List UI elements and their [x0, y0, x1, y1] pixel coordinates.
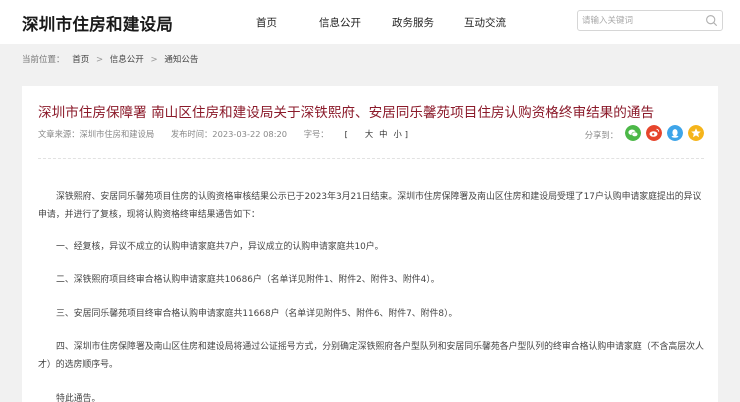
article-card: 深圳市住房保障署 南山区住房和建设局关于深铁熙府、安居同乐馨苑项目住房认购资格终… [22, 86, 718, 402]
weibo-icon[interactable] [646, 125, 662, 141]
font-size-switcher: [ 大中小] [345, 129, 422, 139]
search-icon[interactable] [705, 14, 718, 27]
font-size-large[interactable]: 大 [365, 129, 373, 139]
article-paragraph: 特此通告。 [56, 394, 101, 402]
breadcrumb-separator: > [150, 55, 158, 65]
share-label: 分享到： [584, 130, 618, 140]
breadcrumb-notices[interactable]: 通知公告 [164, 55, 198, 65]
breadcrumb-info[interactable]: 信息公开 [110, 55, 144, 65]
breadcrumb-home[interactable]: 首页 [72, 55, 89, 65]
qzone-icon[interactable] [688, 125, 704, 141]
nav-item-info[interactable]: 信息公开 [319, 15, 361, 30]
font-size-bracket-close: ] [404, 129, 409, 139]
wechat-icon[interactable] [625, 125, 641, 141]
qq-icon[interactable] [667, 125, 683, 141]
article-paragraph: 三、安居同乐馨苑项目终审合格认购申请家庭共11668户（名单详见附件5、附件6、… [56, 309, 458, 319]
share-bar: 分享到： [544, 125, 704, 143]
search-input[interactable] [582, 13, 700, 28]
breadcrumb-separator: > [95, 55, 104, 65]
article-publish-time: 发布时间：2023-03-22 08:20 [170, 129, 288, 139]
article-meta: 文章来源：深圳市住房和建设局 发布时间：2023-03-22 08:20 字号：… [38, 128, 436, 140]
font-size-label: 字号： [303, 129, 329, 139]
article-paragraph: 二、深铁熙府项目终审合格认购申请家庭共10686户（名单详见附件1、附件2、附件… [56, 275, 440, 285]
font-size-medium[interactable]: 中 [379, 129, 387, 139]
meta-divider [38, 158, 704, 159]
nav-item-interaction[interactable]: 互动交流 [464, 15, 506, 30]
article-paragraph: 深铁熙府、安居同乐馨苑项目住房的认购资格审核结果公示已于2023年3月21日结束… [38, 192, 702, 220]
site-header: 深圳市住房和建设局 首页 信息公开 政务服务 互动交流 [0, 0, 740, 44]
font-size-small[interactable]: 小 [393, 129, 401, 139]
breadcrumb: 当前位置： 首页 > 信息公开 > 通知公告 [22, 53, 198, 65]
nav-item-home[interactable]: 首页 [256, 15, 277, 30]
breadcrumb-label: 当前位置： [22, 55, 65, 65]
article-title: 深圳市住房保障署 南山区住房和建设局关于深铁熙府、安居同乐馨苑项目住房认购资格终… [38, 105, 655, 121]
article-paragraph: 四、深圳市住房保障署及南山区住房和建设局将通过公证摇号方式，分别确定深铁熙府各户… [38, 342, 704, 370]
font-size-bracket-open: [ [344, 129, 348, 139]
nav-item-services[interactable]: 政务服务 [392, 15, 434, 30]
article-paragraph: 一、经复核，异议不成立的认购申请家庭共7户，异议成立的认购申请家庭共10户。 [56, 242, 384, 252]
article-source: 文章来源：深圳市住房和建设局 [38, 129, 155, 139]
search-box [577, 10, 723, 31]
